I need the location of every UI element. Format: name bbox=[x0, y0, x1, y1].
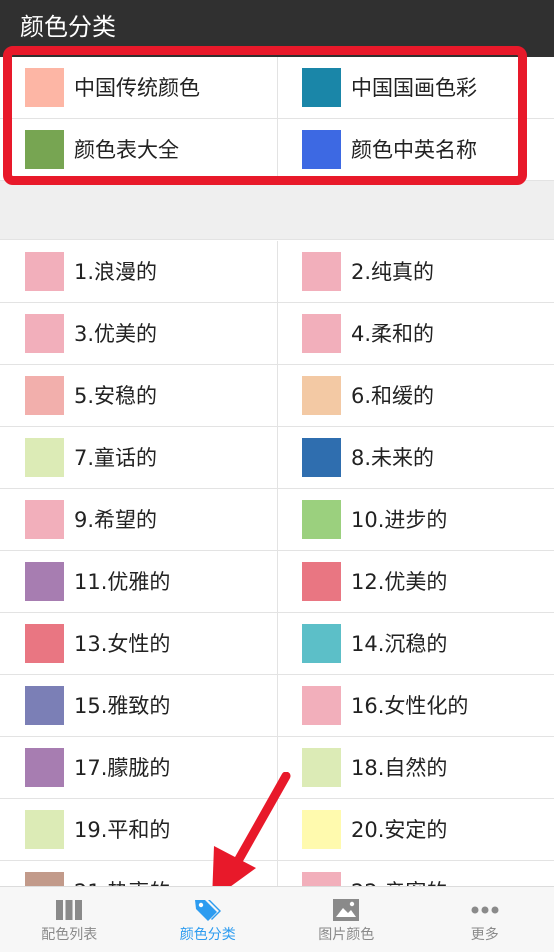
color-swatch bbox=[302, 438, 341, 477]
bottom-navigation: 配色列表 颜色分类 图片颜色 更多 bbox=[0, 886, 554, 952]
color-swatch bbox=[25, 130, 64, 169]
category-item[interactable]: 5.安稳的 bbox=[0, 365, 277, 427]
category-item-label: 20.安定的 bbox=[351, 818, 448, 842]
section-divider bbox=[0, 181, 554, 240]
color-swatch bbox=[25, 872, 64, 886]
category-item-label: 13.女性的 bbox=[74, 632, 171, 656]
category-item[interactable]: 17.朦胧的 bbox=[0, 737, 277, 799]
more-icon bbox=[470, 897, 500, 923]
category-item[interactable]: 11.优雅的 bbox=[0, 551, 277, 613]
image-icon bbox=[331, 897, 361, 923]
category-item-label: 18.自然的 bbox=[351, 756, 448, 780]
color-swatch bbox=[25, 68, 64, 107]
color-swatch bbox=[25, 810, 64, 849]
category-item-label: 17.朦胧的 bbox=[74, 756, 171, 780]
category-item-label: 21.热衷的 bbox=[74, 875, 170, 886]
page-title: 颜色分类 bbox=[20, 13, 116, 41]
color-swatch bbox=[25, 624, 64, 663]
color-swatch bbox=[25, 438, 64, 477]
color-swatch bbox=[302, 130, 341, 169]
featured-item-label: 中国国画色彩 bbox=[351, 76, 477, 100]
category-grid: 1.浪漫的 2.纯真的 3.优美的 4.柔和的 5.安稳的 6.和缓的 7.童话的 8.未来的… bbox=[0, 241, 554, 886]
nav-tab-label: 图片颜色 bbox=[318, 927, 375, 943]
app-header: 颜色分类 bbox=[0, 0, 554, 57]
category-item[interactable]: 8.未来的 bbox=[277, 427, 554, 489]
color-swatch bbox=[302, 686, 341, 725]
category-item[interactable]: 13.女性的 bbox=[0, 613, 277, 675]
color-swatch bbox=[302, 624, 341, 663]
color-swatch bbox=[25, 562, 64, 601]
category-item-label: 11.优雅的 bbox=[74, 570, 171, 594]
nav-tab-label: 配色列表 bbox=[41, 927, 98, 943]
category-item-label: 2.纯真的 bbox=[351, 260, 435, 284]
color-swatch bbox=[302, 252, 341, 291]
nav-tab-more[interactable]: 更多 bbox=[416, 887, 554, 952]
category-item-label: 7.童话的 bbox=[74, 446, 158, 470]
category-item[interactable]: 7.童话的 bbox=[0, 427, 277, 489]
nav-tab-color-categories[interactable]: 颜色分类 bbox=[139, 887, 278, 952]
category-item-label: 3.优美的 bbox=[74, 322, 158, 346]
category-item-label: 5.安稳的 bbox=[74, 384, 158, 408]
color-swatch bbox=[25, 686, 64, 725]
category-item[interactable]: 18.自然的 bbox=[277, 737, 554, 799]
category-item[interactable]: 9.希望的 bbox=[0, 489, 277, 551]
category-item[interactable]: 14.沉稳的 bbox=[277, 613, 554, 675]
nav-tab-color-schemes[interactable]: 配色列表 bbox=[0, 887, 139, 952]
featured-item-traditional[interactable]: 中国传统颜色 bbox=[0, 57, 277, 119]
category-item-label: 9.希望的 bbox=[74, 508, 158, 532]
color-swatch bbox=[25, 500, 64, 539]
category-item[interactable]: 19.平和的 bbox=[0, 799, 277, 861]
featured-item-painting[interactable]: 中国国画色彩 bbox=[277, 57, 554, 119]
color-swatch bbox=[302, 500, 341, 539]
featured-item-label: 中国传统颜色 bbox=[74, 76, 200, 100]
category-item-label: 14.沉稳的 bbox=[351, 632, 448, 656]
category-item-label: 1.浪漫的 bbox=[74, 260, 158, 284]
color-swatch bbox=[302, 872, 341, 886]
color-swatch bbox=[302, 562, 341, 601]
category-item[interactable]: 21.热衷的 bbox=[0, 861, 277, 886]
category-item[interactable]: 6.和缓的 bbox=[277, 365, 554, 427]
color-swatch bbox=[302, 314, 341, 353]
color-swatch bbox=[302, 376, 341, 415]
color-swatch bbox=[25, 314, 64, 353]
featured-item-color-table[interactable]: 颜色表大全 bbox=[0, 119, 277, 181]
category-item[interactable]: 12.优美的 bbox=[277, 551, 554, 613]
category-item[interactable]: 3.优美的 bbox=[0, 303, 277, 365]
nav-tab-label: 更多 bbox=[470, 927, 499, 943]
category-item[interactable]: 20.安定的 bbox=[277, 799, 554, 861]
color-swatch bbox=[302, 68, 341, 107]
category-item[interactable]: 4.柔和的 bbox=[277, 303, 554, 365]
category-item-label: 8.未来的 bbox=[351, 446, 435, 470]
nav-tab-image-colors[interactable]: 图片颜色 bbox=[277, 887, 416, 952]
featured-item-label: 颜色中英名称 bbox=[351, 138, 477, 162]
featured-grid: 中国传统颜色 中国国画色彩 颜色表大全 颜色中英名称 bbox=[0, 57, 554, 181]
category-item[interactable]: 2.纯真的 bbox=[277, 241, 554, 303]
category-item[interactable]: 16.女性化的 bbox=[277, 675, 554, 737]
color-swatch bbox=[25, 376, 64, 415]
category-item-label: 4.柔和的 bbox=[351, 322, 435, 346]
color-swatch bbox=[302, 748, 341, 787]
category-item[interactable]: 22.亲密的 bbox=[277, 861, 554, 886]
category-item-label: 15.雅致的 bbox=[74, 694, 171, 718]
category-item-label: 10.进步的 bbox=[351, 508, 448, 532]
featured-item-label: 颜色表大全 bbox=[74, 138, 179, 162]
category-item-label: 16.女性化的 bbox=[351, 694, 469, 718]
color-swatch bbox=[25, 252, 64, 291]
columns-icon bbox=[54, 897, 84, 923]
category-item[interactable]: 15.雅致的 bbox=[0, 675, 277, 737]
featured-item-names[interactable]: 颜色中英名称 bbox=[277, 119, 554, 181]
category-item-label: 22.亲密的 bbox=[351, 875, 447, 886]
tag-icon bbox=[193, 897, 223, 923]
category-item-label: 19.平和的 bbox=[74, 818, 171, 842]
category-item[interactable]: 1.浪漫的 bbox=[0, 241, 277, 303]
color-swatch bbox=[25, 748, 64, 787]
category-item[interactable]: 10.进步的 bbox=[277, 489, 554, 551]
category-item-label: 12.优美的 bbox=[351, 570, 448, 594]
category-item-label: 6.和缓的 bbox=[351, 384, 435, 408]
nav-tab-label: 颜色分类 bbox=[179, 927, 236, 943]
color-swatch bbox=[302, 810, 341, 849]
